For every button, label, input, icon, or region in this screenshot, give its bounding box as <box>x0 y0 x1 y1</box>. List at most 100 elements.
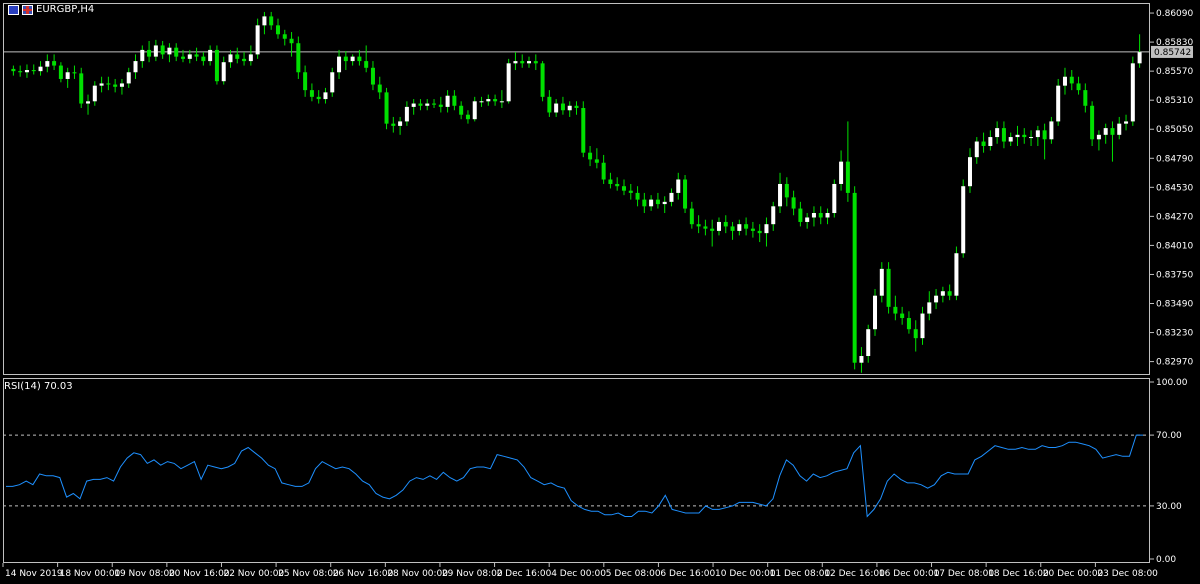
time-tick-label: 28 Nov 00:00 <box>387 569 448 579</box>
candle-body <box>486 99 491 102</box>
candle-body <box>160 45 165 55</box>
candle-body <box>750 228 755 231</box>
candle-body <box>703 226 708 229</box>
candle-body <box>119 83 124 87</box>
price-tick-label: 0.84270 <box>1156 212 1193 222</box>
candle-body <box>140 49 145 62</box>
candle-body <box>716 221 721 231</box>
candle-body <box>615 183 620 187</box>
candle-body <box>1076 83 1081 91</box>
candle-body <box>1083 90 1088 106</box>
candle-body <box>194 54 199 57</box>
price-tick-label: 0.83750 <box>1156 270 1193 280</box>
candle-body <box>900 313 905 319</box>
candle-body <box>323 92 328 100</box>
candle-body <box>805 217 810 222</box>
candle-body <box>377 84 382 93</box>
time-tick-label: 29 Nov 08:00 <box>442 569 503 579</box>
candle-body <box>818 213 823 218</box>
candle-body <box>906 318 911 330</box>
time-tick-label: 26 Nov 16:00 <box>333 569 394 579</box>
time-tick-label: 23 Dec 08:00 <box>1097 569 1158 579</box>
time-tick-label: 16 Dec 00:00 <box>879 569 940 579</box>
candle-body <box>873 295 878 330</box>
time-tick-label: 2 Dec 16:00 <box>497 569 552 579</box>
candle-body <box>689 208 694 225</box>
candle-body <box>601 162 606 180</box>
candle-body <box>1137 52 1142 64</box>
candle-body <box>493 99 498 102</box>
candle-body <box>269 16 274 26</box>
candle-body <box>798 208 803 222</box>
candle-body <box>547 96 552 113</box>
candle-body <box>282 34 287 39</box>
candle-body <box>676 179 681 193</box>
candle-body <box>187 54 192 59</box>
candle-body <box>893 306 898 314</box>
time-tick-label: 10 Dec 00:00 <box>715 569 776 579</box>
candle-body <box>391 123 396 126</box>
candle-body <box>520 61 525 64</box>
candle-body <box>1049 121 1054 140</box>
price-tick-label: 0.83230 <box>1156 329 1193 339</box>
candle-body <box>594 159 599 163</box>
candle-body <box>452 95 457 106</box>
rsi-tick-label: 30.00 <box>1156 502 1182 512</box>
candle-body <box>791 197 796 209</box>
candle-body <box>764 224 769 234</box>
time-tick-label: 18 Nov 00:00 <box>60 569 121 579</box>
candle-body <box>723 221 728 227</box>
candle-body <box>398 121 403 126</box>
candle-body <box>147 49 152 57</box>
candle-body <box>384 92 389 124</box>
candle-body <box>832 183 837 214</box>
candle-body <box>52 61 57 66</box>
candle-body <box>784 183 789 198</box>
candle-body <box>296 43 301 73</box>
candle-body <box>1029 137 1034 139</box>
candle-body <box>289 38 294 44</box>
current-price-label: 0.85742 <box>1154 48 1191 58</box>
candle-body <box>316 96 321 100</box>
candle-body <box>465 114 470 120</box>
candle-body <box>86 101 91 104</box>
candle-body <box>343 56 348 62</box>
candle-body <box>1056 85 1061 122</box>
price-tick-label: 0.82970 <box>1156 358 1193 368</box>
candle-body <box>696 224 701 227</box>
time-tick-label: 20 Nov 16:00 <box>169 569 230 579</box>
candle-body <box>669 192 674 202</box>
candle-body <box>608 179 613 184</box>
candle-body <box>811 213 816 218</box>
candle-body <box>208 49 213 62</box>
candle-body <box>262 16 267 26</box>
candle-body <box>58 65 63 79</box>
candle-body <box>560 103 565 111</box>
candle-body <box>113 84 118 87</box>
eu-flag-icon <box>8 4 19 15</box>
price-tick-label: 0.86090 <box>1156 9 1193 19</box>
price-tick-label: 0.84790 <box>1156 154 1193 164</box>
candle-body <box>1103 128 1108 135</box>
candle-body <box>24 70 29 73</box>
time-tick-label: 18 Dec 16:00 <box>988 569 1049 579</box>
candle-body <box>1035 130 1040 138</box>
time-tick-label: 6 Dec 16:00 <box>660 569 715 579</box>
candle-body <box>662 201 667 205</box>
price-tick-label: 0.83490 <box>1156 300 1193 310</box>
symbol-text: EURGBP,H4 <box>36 4 95 15</box>
candle-body <box>554 103 559 113</box>
rsi-panel-frame <box>3 378 1150 563</box>
candle-body <box>533 61 538 64</box>
candle-body <box>1042 130 1047 140</box>
symbol-label: EURGBP,H4 <box>8 4 94 15</box>
candle-body <box>357 56 362 62</box>
candle-body <box>228 54 233 63</box>
candle-body <box>981 141 986 146</box>
candle-body <box>1130 63 1135 122</box>
candle-body <box>445 95 450 107</box>
time-tick-label: 4 Dec 00:00 <box>551 569 606 579</box>
candle-body <box>852 192 857 363</box>
candle-body <box>181 56 186 59</box>
candle-body <box>472 101 477 120</box>
